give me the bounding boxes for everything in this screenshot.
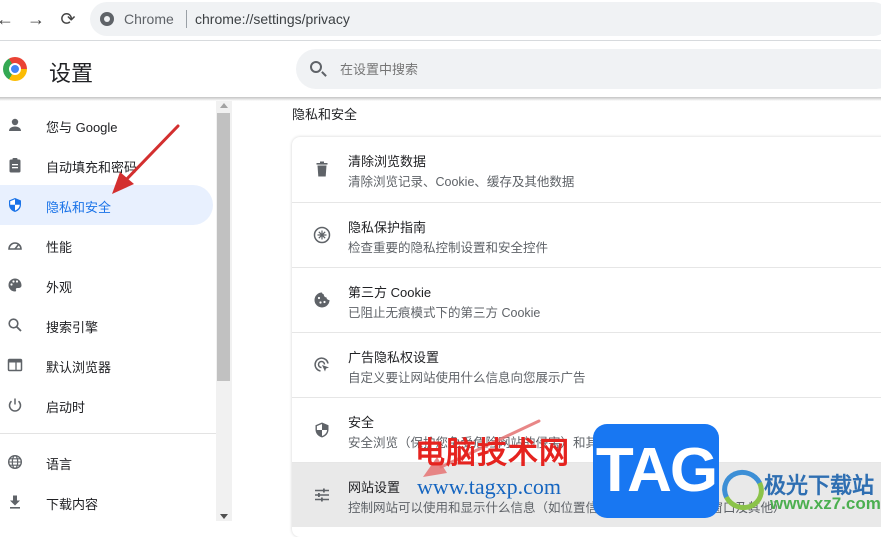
speedometer-icon [8, 242, 22, 250]
browser-toolbar: ← → ⟳ Chrome chrome://settings/privacy [0, 0, 881, 40]
sidebar-divider [0, 433, 216, 434]
watermark-xz-url: www.xz7.com [770, 494, 881, 513]
sidebar-item-default-browser[interactable]: 默认浏览器 [0, 345, 213, 385]
ad-privacy-icon [314, 357, 329, 372]
back-button[interactable]: ← [0, 8, 16, 30]
row-clear-browsing-data[interactable]: 清除浏览数据 清除浏览记录、Cookie、缓存及其他数据 [292, 137, 881, 202]
row-ad-privacy[interactable]: 广告隐私权设置 自定义要让网站使用什么信息向您展示广告 [292, 332, 881, 397]
scroll-down-arrow-icon[interactable] [220, 514, 228, 519]
sidebar-item-label: 您与 Google [46, 120, 118, 135]
sidebar-item-label: 语言 [46, 457, 73, 472]
scroll-up-arrow-icon[interactable] [220, 103, 228, 108]
sidebar-item-downloads[interactable]: 下载内容 [0, 482, 213, 522]
watermark-tag-logo: TAG [593, 424, 719, 518]
row-title: 广告隐私权设置 [348, 350, 440, 365]
address-bar[interactable]: Chrome chrome://settings/privacy [90, 2, 881, 36]
sidebar-item-search-engine[interactable]: 搜索引擎 [0, 305, 213, 345]
forward-button[interactable]: → [25, 8, 47, 30]
security-shield-icon [315, 422, 329, 438]
row-privacy-guide[interactable]: 隐私保护指南 检查重要的隐私控制设置和安全控件 [292, 202, 881, 267]
tune-icon [315, 488, 329, 502]
cookie-icon [314, 292, 330, 308]
row-subtitle: 控制网站可以使用和显示什么信息（如位置信息、摄像头、弹出式窗口及其他） [348, 501, 786, 515]
sidebar-item-label: 外观 [46, 280, 73, 295]
sidebar-scrollbar[interactable] [216, 101, 232, 521]
reload-button[interactable]: ⟳ [57, 8, 79, 30]
search-input[interactable] [340, 59, 740, 79]
search-icon [310, 61, 322, 73]
person-icon [9, 118, 21, 131]
sidebar-item-label: 搜索引擎 [46, 320, 99, 335]
sidebar-item-you-and-google[interactable]: 您与 Google [0, 105, 213, 145]
sidebar-item-languages[interactable]: 语言 [0, 442, 213, 482]
sidebar-item-label: 默认浏览器 [46, 360, 112, 375]
row-subtitle: 自定义要让网站使用什么信息向您展示广告 [348, 371, 586, 385]
page-title: 设置 [49, 61, 94, 86]
url-text[interactable]: chrome://settings/privacy [195, 11, 350, 27]
row-security[interactable]: 安全 安全浏览（保护您免受危险网站的侵害）和其他安全设置 [292, 397, 881, 462]
row-title: 隐私保护指南 [348, 220, 427, 235]
back-arrow-icon: ← [0, 9, 14, 29]
sidebar: 您与 Google 自动填充和密码 隐私和安全 性能 外观 搜索引擎 默认浏览器… [0, 101, 216, 521]
watermark-site-url: www.tagxp.com [417, 474, 561, 499]
clipboard-icon [9, 158, 21, 173]
omnibox-separator [186, 10, 187, 28]
sidebar-item-label: 性能 [46, 240, 73, 255]
reload-icon: ⟳ [60, 9, 76, 29]
globe-icon [7, 454, 23, 470]
sidebar-item-on-startup[interactable]: 启动时 [0, 385, 213, 425]
sidebar-item-appearance[interactable]: 外观 [0, 265, 213, 305]
scrollbar-thumb[interactable] [217, 113, 230, 381]
section-title: 隐私和安全 [292, 107, 358, 122]
sidebar-item-label: 下载内容 [46, 497, 99, 512]
row-subtitle: 清除浏览记录、Cookie、缓存及其他数据 [348, 175, 575, 189]
sidebar-item-label: 自动填充和密码 [46, 160, 138, 175]
settings-header: 设置 [0, 41, 881, 97]
row-subtitle: 检查重要的隐私控制设置和安全控件 [348, 241, 549, 255]
settings-search[interactable] [296, 49, 881, 89]
chrome-site-icon [100, 12, 114, 26]
sidebar-item-label: 隐私和安全 [46, 200, 112, 215]
sidebar-item-label: 启动时 [46, 400, 86, 415]
download-icon [10, 495, 20, 509]
shield-icon [9, 198, 21, 212]
chrome-logo-icon [3, 57, 27, 81]
privacy-guide-icon [313, 226, 331, 244]
trash-icon [316, 161, 328, 177]
row-title: 第三方 Cookie [348, 285, 432, 300]
palette-icon [8, 278, 22, 292]
watermark-site-name: 电脑技术网 [415, 437, 570, 470]
browser-window-icon [7, 358, 23, 372]
power-icon [8, 398, 22, 412]
row-third-party-cookies[interactable]: 第三方 Cookie 已阻止无痕模式下的第三方 Cookie [292, 267, 881, 332]
site-label: Chrome [124, 11, 174, 27]
forward-arrow-icon: → [27, 9, 45, 29]
sidebar-item-performance[interactable]: 性能 [0, 225, 213, 265]
row-title: 安全 [348, 415, 375, 430]
search-icon [8, 318, 22, 332]
row-subtitle: 已阻止无痕模式下的第三方 Cookie [348, 306, 541, 320]
row-title: 网站设置 [348, 480, 401, 495]
row-title: 清除浏览数据 [348, 154, 427, 169]
sidebar-item-privacy[interactable]: 隐私和安全 [0, 185, 213, 225]
sidebar-item-autofill[interactable]: 自动填充和密码 [0, 145, 213, 185]
